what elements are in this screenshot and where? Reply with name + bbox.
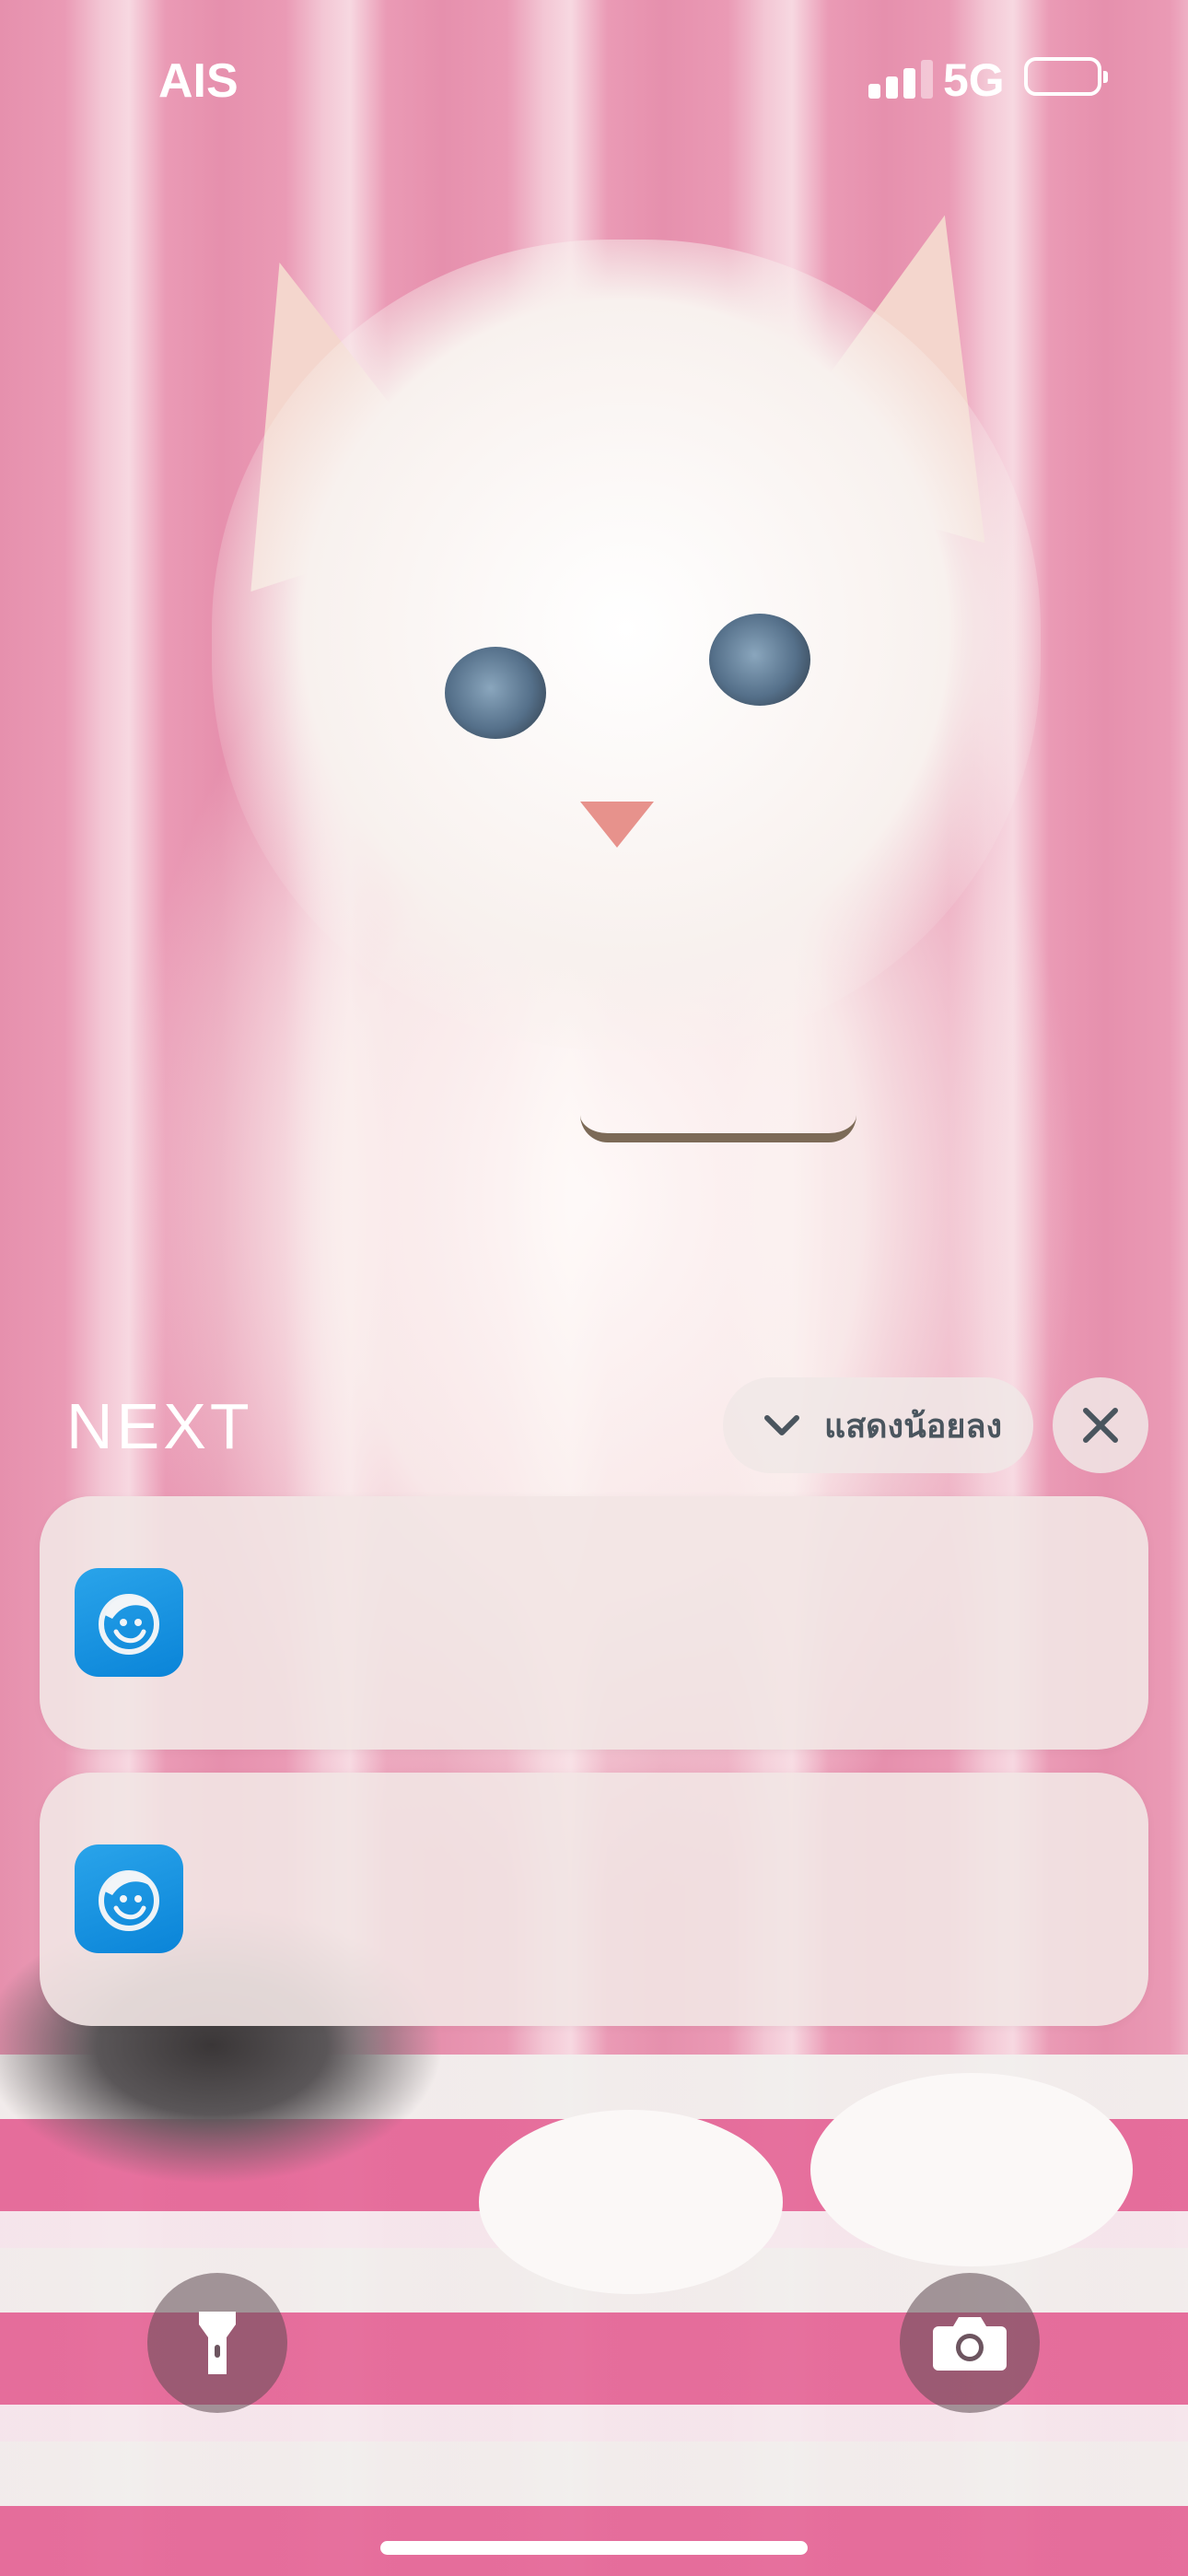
show-less-label: แสดงน้อยลง — [824, 1406, 1003, 1445]
battery-icon — [1024, 57, 1108, 96]
flashlight-icon — [199, 2312, 236, 2374]
camera-button[interactable] — [900, 2273, 1040, 2413]
close-icon — [1083, 1408, 1118, 1443]
notification-section-title: NEXT — [66, 1390, 253, 1462]
wallpaper-kitten-eye-left — [445, 647, 546, 739]
flashlight-button[interactable] — [147, 2273, 287, 2413]
camera-icon — [933, 2317, 1007, 2371]
status-bar: AIS 5G — [0, 0, 1188, 157]
network-type: 5G — [943, 54, 1005, 106]
chevron-down-icon — [764, 1415, 799, 1435]
cellular-signal-icon — [868, 58, 935, 99]
notification-card[interactable] — [40, 1496, 1148, 1750]
carrier-name: AIS — [158, 54, 239, 108]
clear-notifications-button[interactable] — [1053, 1377, 1148, 1473]
show-less-button[interactable]: แสดงน้อยลง — [723, 1377, 1033, 1473]
krungthai-app-icon — [75, 1844, 183, 1953]
home-indicator[interactable] — [380, 2541, 808, 2555]
wallpaper-kitten-collar — [580, 1078, 856, 1142]
wallpaper-kitten-head — [212, 240, 1041, 1050]
krungthai-app-icon — [75, 1568, 183, 1677]
wallpaper-kitten-nose — [580, 802, 654, 848]
wallpaper-kitten-paw-right — [810, 2073, 1133, 2266]
wallpaper-kitten-eye-right — [709, 614, 810, 706]
notification-card[interactable] — [40, 1773, 1148, 2026]
wallpaper-kitten-paw-left — [479, 2110, 783, 2294]
